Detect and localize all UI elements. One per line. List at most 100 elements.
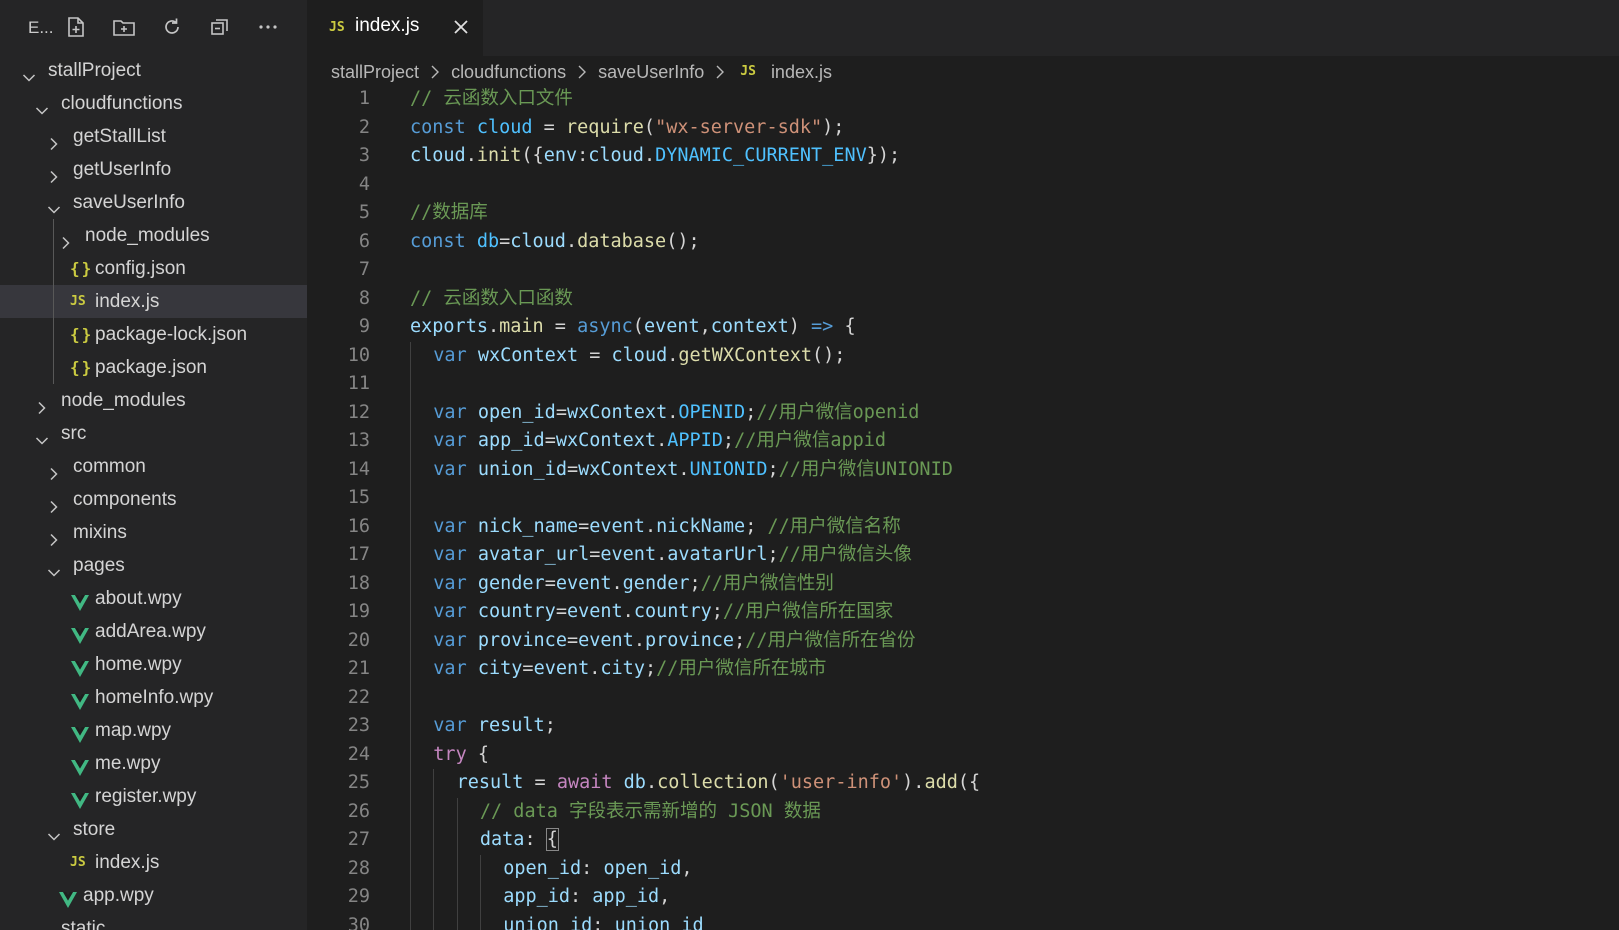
indent-guide (410, 883, 411, 912)
tree-item-label: getUserInfo (73, 159, 172, 180)
indent-guide (410, 484, 411, 513)
code-text: app_id: app_id, (503, 886, 671, 907)
vue-file-icon (71, 788, 89, 809)
collapse-all-icon[interactable] (207, 14, 233, 40)
js-file-icon: JS (70, 855, 86, 870)
indent-guide (433, 854, 435, 883)
tree-item[interactable]: saveUserInfo (0, 186, 307, 219)
tree-item-label: stallProject (48, 60, 141, 81)
line-number: 11 (347, 373, 370, 394)
tree-item-label: app.wpy (83, 885, 154, 906)
tree-item-label: pages (73, 555, 125, 576)
close-icon[interactable] (450, 16, 472, 38)
tree-item-label: addArea.wpy (95, 621, 206, 642)
explorer-sidebar: E... stallProject cloudfunctions getStallL… (0, 0, 307, 930)
code-line: 3 cloud.init({env:cloud.DYNAMIC_CURRENT_E… (307, 142, 1619, 171)
new-folder-icon[interactable] (111, 14, 137, 40)
tree-item-label: package-lock.json (95, 324, 248, 345)
line-number: 28 (347, 857, 370, 879)
chevron-right-icon (47, 525, 61, 547)
tree-item[interactable]: map.wpy (0, 714, 307, 747)
tree-item-label: mixins (73, 522, 127, 543)
tree-item[interactable]: common (0, 450, 307, 483)
tree-item-label: getStallList (73, 126, 166, 147)
indent-guide (479, 883, 481, 912)
code-text: //数据库 (410, 202, 488, 223)
code-line: 8 // 云函数入口函数 (307, 285, 1619, 314)
tree-item[interactable]: pages (0, 549, 307, 582)
line-number: 26 (347, 800, 370, 822)
code-line: 19 var country=event.country;//用户微信所在国家 (307, 598, 1619, 627)
breadcrumb-item-cloudfunctions[interactable]: cloudfunctions (451, 56, 566, 88)
line-number: 9 (358, 316, 370, 337)
refresh-icon[interactable] (159, 14, 185, 40)
line-number: 24 (347, 743, 370, 765)
tree-item[interactable]: about.wpy (0, 582, 307, 615)
tree-item[interactable]: home.wpy (0, 648, 307, 681)
breadcrumb-item-stallproject[interactable]: stallProject (331, 56, 419, 88)
code-line: 12 var open_id=wxContext.OPENID;//用户微信ope… (307, 398, 1619, 427)
code-text: // data 字段表示需新增的 JSON 数据 (479, 800, 821, 822)
indent-guide (410, 427, 411, 456)
tree-item[interactable]: {} config.json (0, 252, 307, 285)
tree-item[interactable]: components (0, 483, 307, 516)
code-line: 11 (307, 370, 1619, 399)
code-text: var result; (433, 715, 556, 736)
code-line: 26 // data 字段表示需新增的 JSON 数据 (307, 797, 1619, 826)
line-number: 13 (347, 430, 370, 451)
indent-guide (410, 626, 411, 655)
breadcrumb-item-saveuserinfo[interactable]: saveUserInfo (598, 56, 704, 88)
tree-item-label: register.wpy (95, 786, 197, 807)
code-text: var country=event.country;//用户微信所在国家 (433, 601, 894, 622)
tree-item[interactable]: mixins (0, 516, 307, 549)
tree-item[interactable]: me.wpy (0, 747, 307, 780)
indent-guide (410, 712, 411, 741)
breadcrumb-item-index-js[interactable]: index.js (771, 56, 832, 88)
tree-item[interactable]: node_modules (0, 384, 307, 417)
indent-guide (410, 512, 411, 541)
code-line: 1 // 云函数入口文件 (307, 88, 1619, 114)
line-number: 19 (347, 601, 370, 622)
tree-item[interactable]: app.wpy (0, 879, 307, 912)
code-line: 5 //数据库 (307, 199, 1619, 228)
new-file-icon[interactable] (63, 14, 89, 40)
tree-item[interactable]: getStallList (0, 120, 307, 153)
code-text: exports.main = async(event,context) => { (410, 316, 856, 337)
tree-item[interactable]: {} package.json (0, 351, 307, 384)
indent-guide (456, 911, 458, 930)
tree-item[interactable]: JS index.js (0, 846, 307, 879)
tree-item[interactable]: getUserInfo (0, 153, 307, 186)
tree-item[interactable]: {} package-lock.json (0, 318, 307, 351)
tree-item[interactable]: register.wpy (0, 780, 307, 813)
tree-item[interactable]: cloudfunctions (0, 87, 307, 120)
line-number: 18 (347, 572, 370, 594)
tree-item[interactable]: src (0, 417, 307, 450)
tree-item[interactable]: addArea.wpy (0, 615, 307, 648)
indent-guide (410, 826, 411, 855)
tree-item-label: src (61, 423, 87, 444)
code-line: 28 open_id: open_id, (307, 854, 1619, 883)
code-text: var app_id=wxContext.APPID;//用户微信appid (433, 430, 887, 451)
code-text: var open_id=wxContext.OPENID;//用户微信openi… (433, 401, 920, 423)
chevron-right-icon (35, 393, 49, 415)
vue-file-icon (71, 656, 89, 677)
tree-item[interactable]: stallProject (0, 54, 307, 87)
chevron-right-icon (429, 56, 441, 88)
code-text: var nick_name=event.nickName; //用户微信名称 (433, 515, 901, 537)
code-line: 2 const cloud = require("wx-server-sdk"); (307, 114, 1619, 143)
more-icon[interactable] (255, 14, 281, 40)
code-text: var union_id=wxContext.UNIONID;//用户微信UNI… (433, 458, 953, 480)
code-editor[interactable]: 1 // 云函数入口文件 2 const cloud = require("wx-se… (307, 88, 1619, 930)
tab-index-js[interactable]: JS index.js (307, 0, 483, 56)
tree-item[interactable]: node_modules (0, 219, 307, 252)
code-line: 6 const db=cloud.database(); (307, 228, 1619, 257)
tree-item[interactable]: static (0, 912, 307, 930)
code-text: var city=event.city;//用户微信所在城市 (433, 658, 827, 679)
chevron-down-icon (35, 96, 49, 115)
editor-tab-bar: JS index.js (307, 0, 1619, 56)
tree-item[interactable]: store (0, 813, 307, 846)
indent-guide (410, 769, 411, 798)
tree-item[interactable]: JS index.js (0, 285, 307, 318)
tree-item[interactable]: homeInfo.wpy (0, 681, 307, 714)
chevron-right-icon (59, 228, 73, 250)
